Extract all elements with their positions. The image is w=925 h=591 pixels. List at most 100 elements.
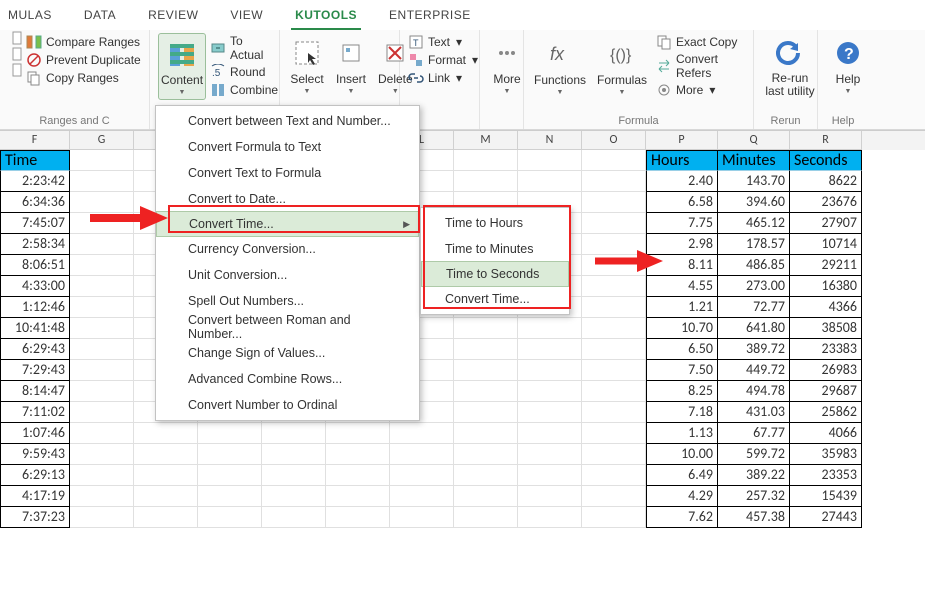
tab-formulas[interactable]: MULAS (4, 4, 56, 30)
empty-cell[interactable] (134, 465, 198, 486)
cell-time[interactable]: 7:29:43 (0, 360, 70, 381)
empty-cell[interactable] (518, 444, 582, 465)
cell-seconds[interactable]: 8622 (790, 171, 862, 192)
header-minutes[interactable]: Minutes (718, 150, 790, 171)
empty-cell[interactable] (454, 339, 518, 360)
col-header-P[interactable]: P (646, 131, 718, 150)
more-formula[interactable]: More▾ (656, 81, 745, 99)
cell-seconds[interactable]: 15439 (790, 486, 862, 507)
submenu-item[interactable]: Time to Minutes (421, 236, 569, 262)
empty-cell[interactable] (70, 234, 134, 255)
menu-item[interactable]: Change Sign of Values... (156, 340, 419, 366)
cell-time[interactable]: 1:07:46 (0, 423, 70, 444)
menu-item[interactable]: Advanced Combine Rows... (156, 366, 419, 392)
compare-ranges[interactable]: Compare Ranges (26, 33, 141, 51)
cell-seconds[interactable]: 23676 (790, 192, 862, 213)
empty-cell[interactable] (582, 339, 646, 360)
tab-data[interactable]: DATA (80, 4, 120, 30)
empty-cell[interactable] (390, 444, 454, 465)
header-hours[interactable]: Hours (646, 150, 718, 171)
empty-cell[interactable] (390, 486, 454, 507)
empty-cell[interactable] (326, 423, 390, 444)
cell-time[interactable]: 8:14:47 (0, 381, 70, 402)
empty-cell[interactable] (454, 486, 518, 507)
ranges-stub-icon[interactable] (8, 33, 26, 87)
col-header-O[interactable]: O (582, 131, 646, 150)
empty-cell[interactable] (198, 423, 262, 444)
empty-cell[interactable] (518, 339, 582, 360)
cell-hours[interactable]: 1.13 (646, 423, 718, 444)
menu-item[interactable]: Convert between Text and Number... (156, 108, 419, 134)
convert-refers[interactable]: Convert Refers (656, 51, 745, 81)
empty-cell[interactable] (326, 465, 390, 486)
cell-seconds[interactable]: 35983 (790, 444, 862, 465)
empty-cell[interactable] (70, 507, 134, 528)
empty-cell[interactable] (518, 465, 582, 486)
empty-cell[interactable] (70, 423, 134, 444)
cell-hours[interactable]: 4.29 (646, 486, 718, 507)
header-time[interactable]: Time (0, 150, 70, 171)
empty-cell[interactable] (582, 402, 646, 423)
empty-cell[interactable] (518, 402, 582, 423)
combine[interactable]: Combine (210, 81, 278, 99)
cell-time[interactable]: 7:37:23 (0, 507, 70, 528)
copy-ranges[interactable]: Copy Ranges (26, 69, 141, 87)
empty-cell[interactable] (70, 276, 134, 297)
menu-item[interactable]: Unit Conversion... (156, 262, 419, 288)
empty-cell[interactable] (326, 486, 390, 507)
cell-time[interactable]: 6:29:43 (0, 339, 70, 360)
cell-seconds[interactable]: 25862 (790, 402, 862, 423)
empty-cell[interactable] (454, 423, 518, 444)
cell-seconds[interactable]: 27907 (790, 213, 862, 234)
header-seconds[interactable]: Seconds (790, 150, 862, 171)
empty-cell[interactable] (454, 507, 518, 528)
empty-cell[interactable] (70, 486, 134, 507)
empty-cell[interactable] (582, 381, 646, 402)
menu-item[interactable]: Convert between Roman and Number... (156, 314, 419, 340)
col-header-G[interactable]: G (70, 131, 134, 150)
cell-seconds[interactable]: 23383 (790, 339, 862, 360)
round[interactable]: .5 Round (210, 63, 278, 81)
empty-cell[interactable] (134, 423, 198, 444)
cell-minutes[interactable]: 494.78 (718, 381, 790, 402)
cell-minutes[interactable]: 599.72 (718, 444, 790, 465)
cell-time[interactable]: 9:59:43 (0, 444, 70, 465)
empty-cell[interactable] (454, 150, 518, 171)
empty-cell[interactable] (518, 486, 582, 507)
cell-hours[interactable]: 1.21 (646, 297, 718, 318)
cell-hours[interactable]: 4.55 (646, 276, 718, 297)
empty-cell[interactable] (454, 318, 518, 339)
empty-cell[interactable] (70, 402, 134, 423)
empty-cell[interactable] (134, 507, 198, 528)
empty-cell[interactable] (454, 402, 518, 423)
cell-time[interactable]: 2:23:42 (0, 171, 70, 192)
cell-minutes[interactable]: 389.22 (718, 465, 790, 486)
empty-cell[interactable] (582, 360, 646, 381)
empty-cell[interactable] (262, 507, 326, 528)
cell-time[interactable]: 6:29:13 (0, 465, 70, 486)
cell-minutes[interactable]: 431.03 (718, 402, 790, 423)
menu-item[interactable]: Convert Formula to Text (156, 134, 419, 160)
empty-cell[interactable] (518, 507, 582, 528)
cell-minutes[interactable]: 67.77 (718, 423, 790, 444)
cell-minutes[interactable]: 465.12 (718, 213, 790, 234)
cell-seconds[interactable]: 29687 (790, 381, 862, 402)
menu-item[interactable]: Spell Out Numbers... (156, 288, 419, 314)
col-header-R[interactable]: R (790, 131, 862, 150)
empty-cell[interactable] (326, 444, 390, 465)
cell-seconds[interactable]: 38508 (790, 318, 862, 339)
menu-item[interactable]: Currency Conversion... (156, 236, 419, 262)
cell-hours[interactable]: 6.58 (646, 192, 718, 213)
select-button[interactable]: Select ▼ (288, 33, 326, 98)
cell-time[interactable]: 7:45:07 (0, 213, 70, 234)
empty-cell[interactable] (582, 276, 646, 297)
empty-cell[interactable] (582, 423, 646, 444)
cell-hours[interactable]: 10.00 (646, 444, 718, 465)
format-button[interactable]: Format▾ (408, 51, 471, 69)
empty-cell[interactable] (582, 507, 646, 528)
cell-seconds[interactable]: 23353 (790, 465, 862, 486)
empty-cell[interactable] (582, 465, 646, 486)
tab-enterprise[interactable]: ENTERPRISE (385, 4, 475, 30)
empty-cell[interactable] (326, 507, 390, 528)
menu-item[interactable]: Convert Text to Formula (156, 160, 419, 186)
